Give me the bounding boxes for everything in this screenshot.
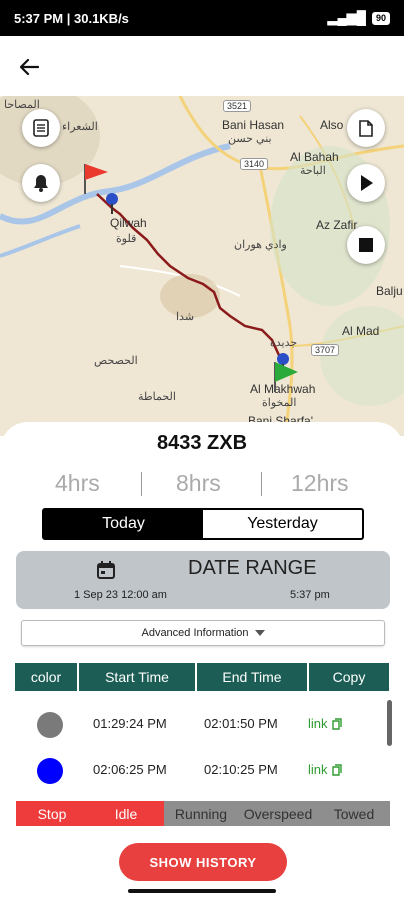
home-indicator	[128, 889, 276, 893]
list-button[interactable]	[22, 109, 60, 147]
date-to: 5:37 pm	[290, 589, 330, 601]
map-label: بني حسن	[228, 133, 272, 145]
stop-button[interactable]	[347, 226, 385, 264]
alerts-button[interactable]	[22, 164, 60, 202]
play-icon	[361, 175, 373, 191]
map-label: شدا	[176, 311, 195, 323]
map-label: Az Zafir	[316, 218, 358, 232]
road-badge: 3707	[311, 344, 340, 356]
date-from: 1 Sep 23 12:00 am	[74, 589, 167, 601]
map-label: Al Mad	[342, 324, 380, 338]
map-label: الحصحص	[94, 355, 138, 367]
map-label: Balju	[376, 284, 403, 298]
yesterday-tab[interactable]: Yesterday	[203, 510, 362, 538]
header-color: color	[15, 663, 77, 691]
legend-idle: Idle	[88, 801, 164, 826]
map-label: قلوة	[116, 233, 137, 245]
copy-button[interactable]	[347, 109, 385, 147]
history-table[interactable]: 01:29:24 PM 02:01:50 PM link 02:06:25 PM…	[15, 692, 395, 790]
end-time: 02:01:50 PM	[204, 716, 278, 731]
arrow-left-icon	[19, 58, 39, 76]
road-badge: 3140	[240, 158, 269, 170]
table-scrollbar[interactable]	[387, 700, 392, 746]
vehicle-plate: 8433 ZXB	[156, 432, 248, 454]
legend-overspeed: Overspeed	[238, 801, 318, 826]
advanced-info-label: Advanced Information	[141, 627, 249, 639]
divider	[141, 472, 142, 496]
today-tab[interactable]: Today	[44, 510, 203, 538]
map-label: وادي هوران	[234, 239, 287, 251]
map-label: جديدة	[270, 337, 298, 349]
end-time: 02:10:25 PM	[204, 762, 278, 777]
map-label: المخواة	[262, 397, 297, 409]
divider	[261, 472, 262, 496]
header-copy: Copy	[309, 663, 389, 691]
header-start-time: Start Time	[79, 663, 195, 691]
hours-option-12[interactable]: 12hrs	[291, 470, 349, 497]
map-view[interactable]: Bani Hasan بني حسن 3521 3140 3707 Al Bah…	[0, 96, 404, 436]
back-button[interactable]	[14, 52, 44, 82]
app-bar	[0, 36, 404, 96]
legend-towed: Towed	[318, 801, 390, 826]
status-time: 5:37 PM | 30.1KB/s	[14, 10, 129, 26]
status-bar: 5:37 PM | 30.1KB/s ▂▄▆█ 90	[0, 0, 404, 36]
copy-link-label: link	[308, 762, 328, 777]
play-button[interactable]	[347, 164, 385, 202]
signal-icon: ▂▄▆█	[327, 10, 366, 25]
copy-icon	[331, 717, 342, 730]
header-end-time: End Time	[197, 663, 307, 691]
map-label: Qilwah	[110, 216, 147, 230]
location-pin-icon	[106, 193, 118, 214]
status-legend: Stop Idle Running Overspeed Towed	[16, 801, 390, 826]
legend-stop: Stop	[16, 801, 88, 826]
table-row: 02:06:25 PM 02:10:25 PM link	[15, 750, 395, 790]
start-flag-icon	[84, 164, 108, 194]
document-icon	[359, 120, 373, 137]
show-history-button[interactable]: SHOW HISTORY	[119, 843, 287, 881]
map-label: Bani Hasan	[222, 118, 285, 132]
hours-option-8[interactable]: 8hrs	[176, 470, 221, 497]
stop-icon	[359, 238, 373, 252]
legend-running: Running	[164, 801, 238, 826]
bell-icon	[34, 175, 48, 192]
road-badge: 3521	[223, 100, 252, 112]
map-label: Also	[320, 118, 344, 132]
table-header: color Start Time End Time Copy	[15, 663, 391, 691]
calendar-icon	[97, 561, 115, 579]
copy-icon	[331, 763, 342, 776]
caret-down-icon	[254, 630, 265, 636]
battery-icon: 90	[371, 11, 390, 25]
end-flag-icon	[274, 362, 298, 392]
list-icon	[33, 119, 49, 137]
map-label: الباحة	[300, 165, 326, 177]
hours-option-4[interactable]: 4hrs	[55, 470, 100, 497]
day-toggle: Today Yesterday	[42, 508, 364, 540]
map-label: الشعراء	[62, 121, 98, 133]
status-icons: ▂▄▆█ 90	[328, 10, 390, 26]
copy-link[interactable]: link	[308, 762, 342, 777]
map-terrain	[0, 96, 404, 436]
map-label: الحماطة	[138, 391, 176, 403]
table-row: 01:29:24 PM 02:01:50 PM link	[15, 698, 395, 750]
start-time: 01:29:24 PM	[93, 716, 167, 731]
color-dot	[37, 758, 63, 784]
date-range-title: DATE RANGE	[188, 557, 317, 579]
copy-link-label: link	[308, 716, 328, 731]
start-time: 02:06:25 PM	[93, 762, 167, 777]
map-label: Al Bahah	[290, 150, 339, 164]
advanced-info-dropdown[interactable]: Advanced Information	[21, 620, 385, 646]
hours-selector: 4hrs 8hrs 12hrs	[0, 470, 404, 500]
date-range-button[interactable]: DATE RANGE 1 Sep 23 12:00 am 5:37 pm	[16, 551, 390, 609]
color-dot	[37, 712, 63, 738]
copy-link[interactable]: link	[308, 716, 342, 731]
